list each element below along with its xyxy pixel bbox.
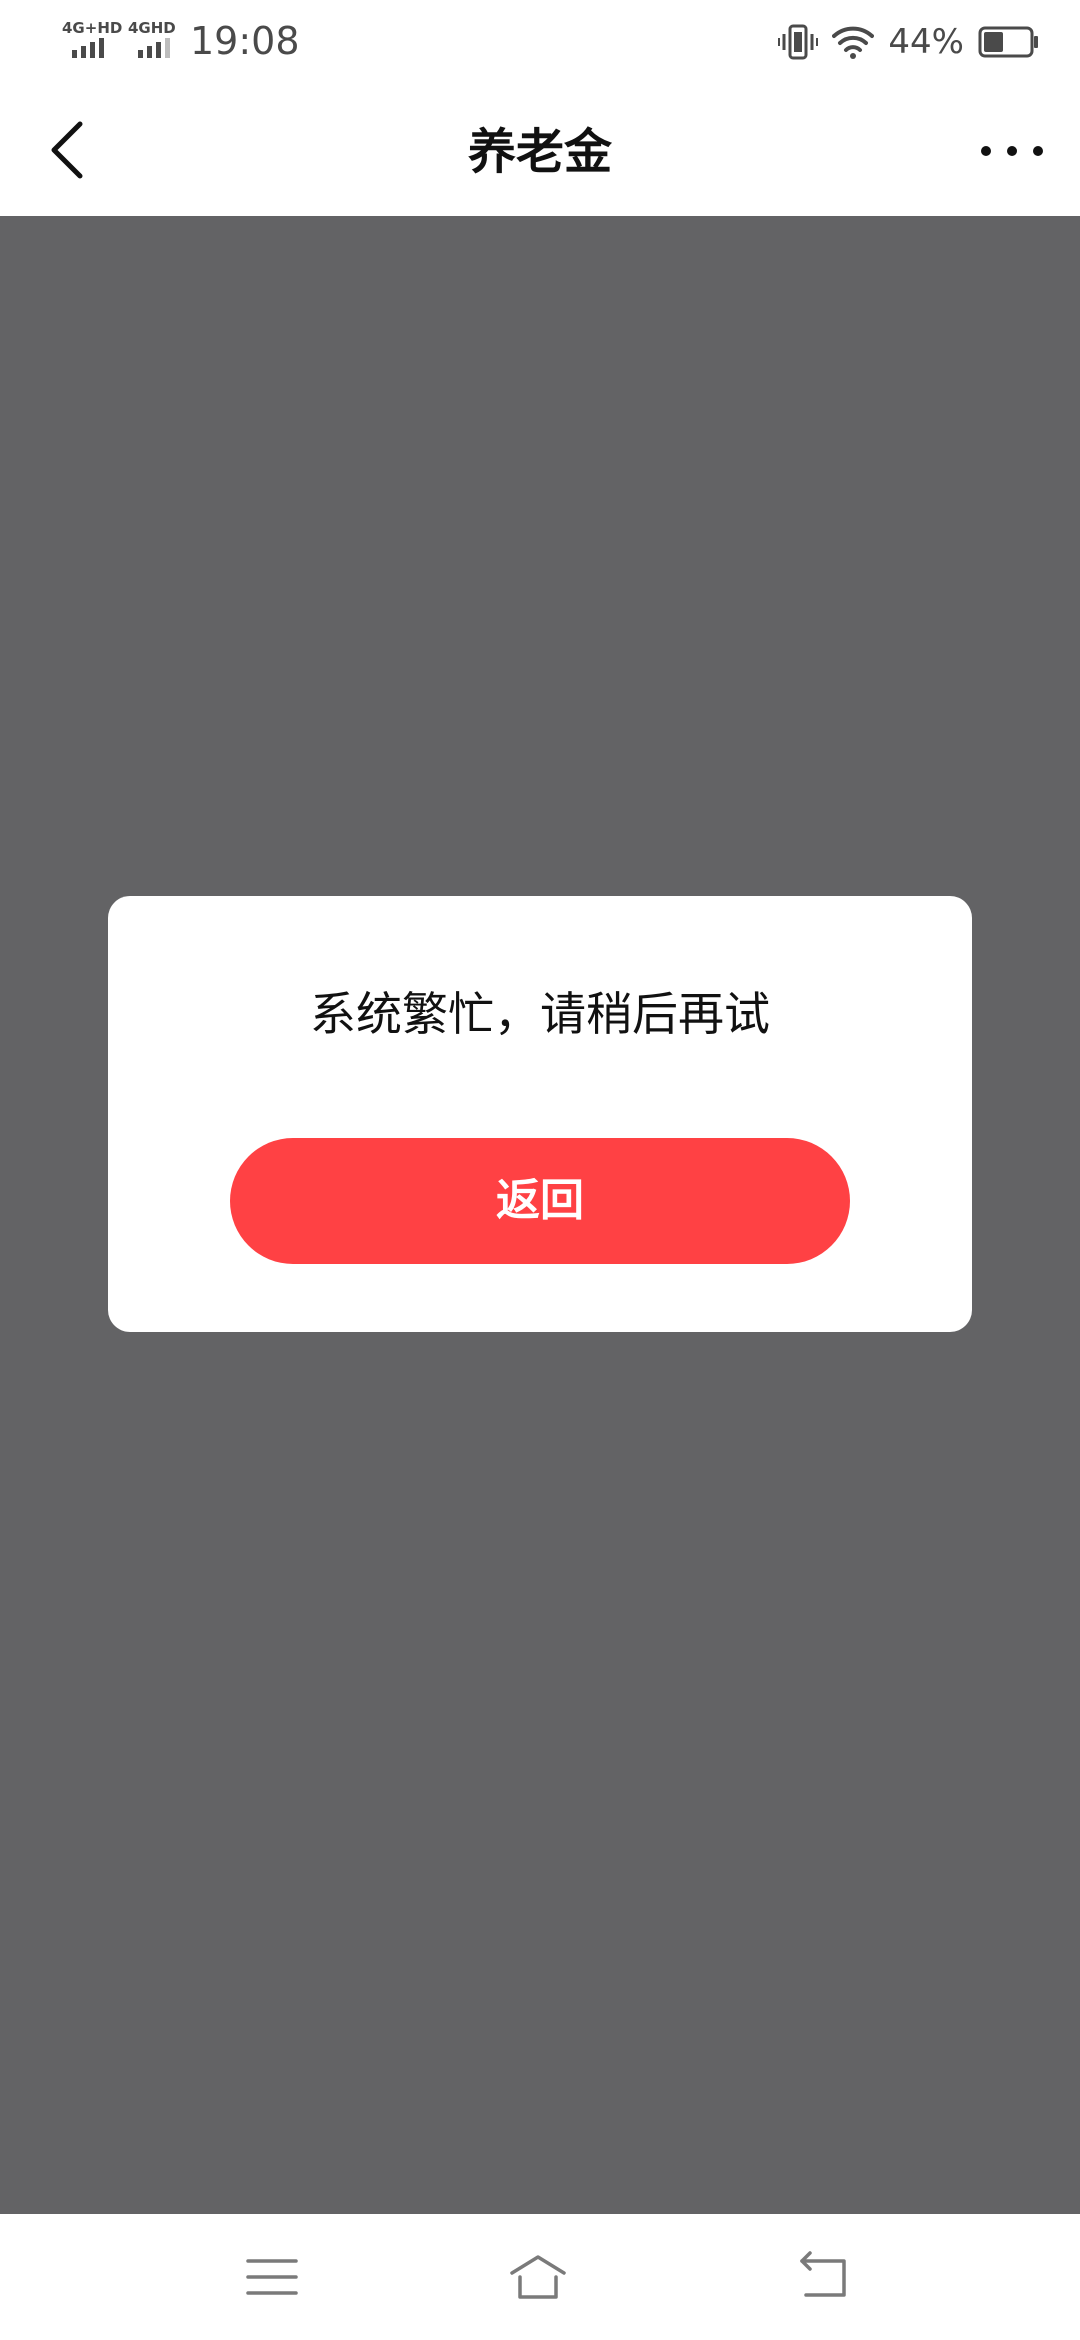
menu-icon[interactable] — [242, 2247, 302, 2307]
screen: 4G+HD 4GHD 19:08 44% 养老金 系统繁忙，请稍后再试 返回 — [0, 0, 1080, 2340]
signal-bars-icon — [72, 38, 104, 58]
vibrate-icon — [778, 24, 819, 60]
battery-percent: 44% — [888, 22, 964, 62]
sim1-signal: 4G+HD — [62, 20, 124, 60]
error-dialog: 系统繁忙，请稍后再试 返回 — [108, 896, 972, 1332]
sim2-network-label: 4GHD — [128, 19, 176, 37]
sim1-network-label: 4G+HD — [62, 19, 123, 37]
wifi-icon — [832, 26, 875, 59]
nav-bar: 养老金 — [0, 84, 1080, 216]
sim2-signal: 4GHD — [128, 20, 190, 60]
page-title: 养老金 — [467, 124, 612, 180]
more-dots-icon[interactable] — [972, 114, 1052, 186]
signal-bars-icon — [138, 38, 170, 58]
status-right-icons: 44% — [764, 18, 1040, 66]
dialog-message: 系统繁忙，请稍后再试 — [310, 987, 770, 1041]
return-button[interactable]: 返回 — [230, 1138, 850, 1264]
home-icon[interactable] — [508, 2247, 568, 2307]
status-time: 19:08 — [190, 19, 300, 63]
battery-icon — [978, 26, 1038, 58]
system-nav-bar — [0, 2214, 1080, 2340]
status-bar: 4G+HD 4GHD 19:08 44% — [0, 0, 1080, 84]
back-icon[interactable] — [796, 2247, 856, 2307]
